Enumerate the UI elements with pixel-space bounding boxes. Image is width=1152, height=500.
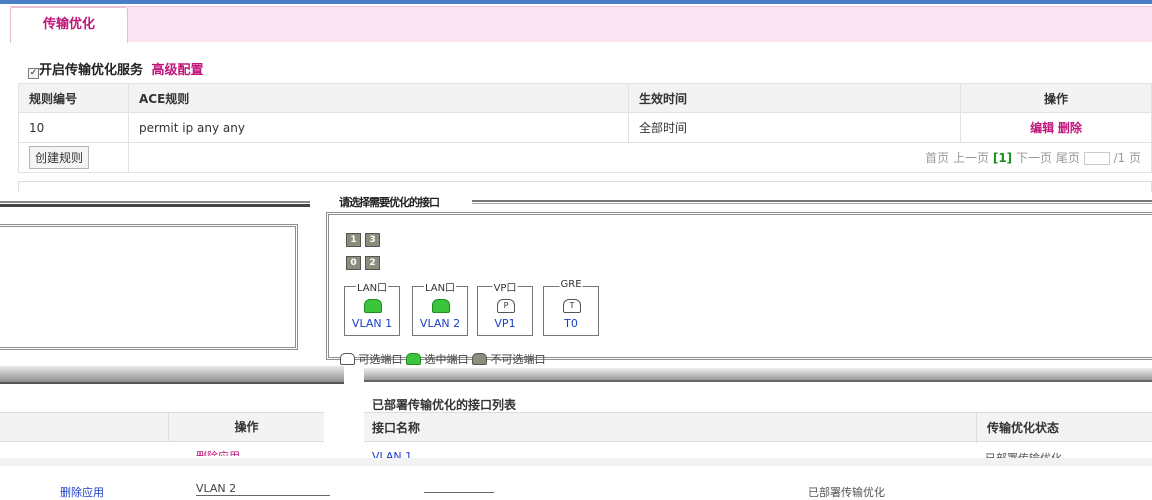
enable-checkbox[interactable]: ✓	[28, 68, 39, 79]
group-label: LAN口	[355, 279, 389, 294]
tab-bar: 传输优化	[10, 6, 1152, 43]
left-panel	[0, 224, 298, 350]
page-input[interactable]	[1083, 152, 1110, 165]
port-legend: 可选端口 选中端口 不可选端口	[340, 351, 546, 367]
pager-prev[interactable]: 上一页	[953, 151, 989, 165]
available-port-icon	[340, 353, 355, 365]
port-group-vlan2[interactable]: LAN口 VLAN 2	[412, 279, 468, 336]
bottom-row-interface: VLAN 2	[196, 482, 330, 496]
delete-link[interactable]: 删除	[1058, 121, 1082, 135]
port-group-t0[interactable]: GRE T T0	[543, 279, 599, 336]
group-name: VLAN 2	[419, 317, 461, 330]
left-panel-header	[0, 201, 310, 207]
service-toggle[interactable]: ✓ 开启传输优化服务 高级配置	[28, 59, 204, 79]
time-cell: 全部时间	[628, 112, 961, 143]
group-name: VP1	[494, 317, 516, 330]
col-effective-time: 生效时间	[628, 83, 961, 113]
create-rule-button[interactable]: 创建规则	[29, 146, 90, 169]
legend-selected: 选中端口	[424, 353, 469, 366]
legend-available: 可选端口	[358, 353, 403, 366]
group-label: GRE	[559, 279, 583, 290]
deployed-row-name: VLAN 1	[372, 450, 413, 458]
divider	[472, 200, 1152, 204]
table-row: 10 permit ip any any 全部时间 编辑 删除	[18, 112, 1152, 143]
col-ace-rule: ACE规则	[128, 83, 629, 113]
col-operations: 操作	[960, 83, 1152, 113]
port-available-icon: T	[563, 299, 581, 313]
pager-current[interactable]: [1]	[993, 151, 1012, 165]
edit-link[interactable]: 编辑	[1030, 121, 1054, 135]
col-optimization-status: 传输优化状态	[976, 413, 1059, 443]
deployed-header: 接口名称 传输优化状态	[364, 412, 1152, 443]
advanced-config-link[interactable]: 高级配置	[152, 63, 204, 78]
operations-cell: 编辑 删除	[960, 112, 1152, 143]
col-rule-id: 规则编号	[18, 83, 129, 113]
delete-apply-link[interactable]: 删除应用	[60, 484, 104, 500]
divider	[0, 458, 1152, 466]
rule-id-cell: 10	[18, 112, 129, 143]
unavailable-port-icon	[472, 353, 487, 365]
selected-port-icon	[406, 353, 421, 365]
pager-first[interactable]: 首页	[925, 151, 949, 165]
port-tile[interactable]: 3	[365, 233, 380, 247]
port-available-icon: P	[497, 299, 515, 313]
group-name: T0	[564, 317, 578, 330]
port-group-vp1[interactable]: VP口 P VP1	[477, 279, 533, 336]
top-accent-line	[0, 0, 1152, 4]
pagination: 首页 上一页 [1] 下一页 尾页 /1 页	[128, 142, 1152, 173]
group-name: VLAN 1	[351, 317, 393, 330]
ace-rule-cell: permit ip any any	[128, 112, 629, 143]
deployed-row-status: 已部署传输优化	[985, 450, 1062, 458]
divider	[424, 492, 494, 493]
divider	[0, 366, 344, 384]
group-label: LAN口	[423, 279, 457, 294]
port-tile[interactable]: 0	[346, 256, 361, 270]
left-row-action[interactable]: 删除应用	[196, 448, 240, 456]
divider	[18, 181, 1152, 192]
tab-transfer-optimization[interactable]: 传输优化	[10, 7, 128, 43]
divider	[364, 368, 1152, 382]
rules-table: 规则编号 ACE规则 生效时间 操作 10 permit ip any any …	[18, 83, 1152, 173]
pager-next[interactable]: 下一页	[1016, 151, 1052, 165]
table-footer-row: 创建规则 首页 上一页 [1] 下一页 尾页 /1 页	[18, 142, 1152, 173]
pager-last[interactable]: 尾页	[1056, 151, 1080, 165]
port-group-vlan1[interactable]: LAN口 VLAN 1	[344, 279, 400, 336]
deployed-list-title: 已部署传输优化的接口列表	[372, 398, 517, 412]
port-tile[interactable]: 2	[365, 256, 380, 270]
create-cell: 创建规则	[18, 142, 129, 173]
rules-header-row: 规则编号 ACE规则 生效时间 操作	[18, 83, 1152, 113]
port-tile[interactable]: 1	[346, 233, 361, 247]
bottom-row-status: 已部署传输优化	[808, 486, 885, 499]
port-selected-icon	[364, 299, 382, 313]
port-panel-title: 请选择需要优化的接口	[336, 194, 442, 210]
pager-total: /1 页	[1113, 151, 1142, 165]
port-selected-icon	[432, 299, 450, 313]
group-label: VP口	[492, 279, 518, 294]
legend-unavailable: 不可选端口	[490, 353, 546, 366]
enable-label: 开启传输优化服务	[39, 63, 144, 78]
col-interface-name: 接口名称	[372, 421, 421, 435]
left-ops-header: 操作	[168, 412, 324, 442]
